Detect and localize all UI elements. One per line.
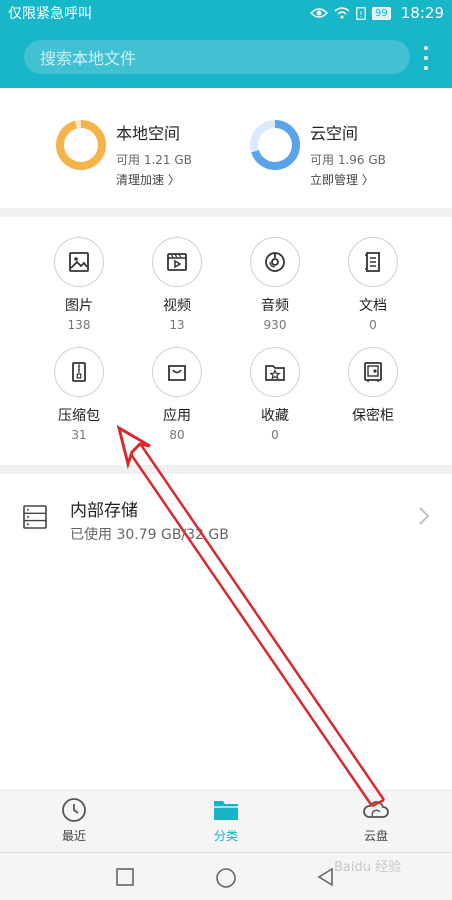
folder-icon (214, 801, 238, 820)
category-archives[interactable]: 压缩包 31 (30, 347, 128, 442)
manage-now-link[interactable]: 立即管理 〉 (310, 171, 386, 188)
svg-text:!: ! (359, 10, 362, 19)
internal-storage-usage: 已使用 30.79 GB/32 GB (70, 527, 229, 543)
category-count: 0 (369, 318, 377, 332)
category-label: 保密柜 (352, 408, 394, 424)
cloud-icon (363, 801, 389, 818)
clock: 18:29 (400, 4, 444, 22)
sim-icon: ! (356, 6, 366, 20)
chevron-right-icon (419, 507, 430, 525)
bottom-navigation: 最近 分类 云盘 (0, 790, 452, 852)
internal-storage-row[interactable]: 内部存储 已使用 30.79 GB/32 GB (0, 474, 452, 574)
category-label: 音频 (261, 298, 289, 314)
tab-recent-label: 最近 (61, 829, 86, 843)
category-audio[interactable]: 音频 930 (226, 237, 324, 332)
clean-speedup-link[interactable]: 清理加速 〉 (116, 171, 192, 188)
app-header: 搜索本地文件 (0, 26, 452, 88)
category-count: 31 (71, 428, 87, 442)
category-count: 13 (169, 318, 185, 332)
carrier-text: 仅限紧急呼叫 (8, 6, 92, 22)
local-space-card[interactable]: 本地空间 可用 1.21 GB 清理加速 〉 (54, 118, 192, 188)
audio-icon (265, 252, 285, 272)
category-count: 930 (263, 318, 287, 332)
watermark: Baidu 经验 (334, 860, 402, 875)
video-icon (167, 253, 187, 271)
status-bar: 仅限紧急呼叫 ! 99 18:29 (0, 0, 452, 26)
home-icon[interactable] (215, 867, 237, 889)
tab-category-label: 分类 (213, 829, 238, 843)
section-divider (0, 208, 452, 217)
cloud-space-card[interactable]: 云空间 可用 1.96 GB 立即管理 〉 (248, 118, 386, 188)
storage-drive-icon (23, 505, 47, 529)
local-space-title: 本地空间 (116, 124, 181, 143)
app-bag-icon (168, 365, 186, 381)
category-label: 应用 (163, 408, 191, 424)
category-count: 138 (67, 318, 91, 332)
clock-icon (62, 798, 86, 822)
storage-summary: 本地空间 可用 1.21 GB 清理加速 〉 云空间 可用 1.96 GB 立即… (0, 88, 452, 208)
status-icons: ! 99 18:29 (310, 4, 444, 22)
safe-icon (364, 362, 382, 382)
cloud-space-title: 云空间 (310, 124, 359, 143)
category-count: 0 (271, 428, 279, 442)
category-apps[interactable]: 应用 80 (128, 347, 226, 442)
category-label: 视频 (163, 298, 191, 314)
local-space-available: 可用 1.21 GB (116, 153, 192, 167)
category-documents[interactable]: 文档 0 (324, 237, 422, 332)
more-menu-icon[interactable] (420, 44, 432, 72)
cloud-space-ring-icon (250, 120, 300, 170)
eye-icon (310, 8, 329, 18)
category-images[interactable]: 图片 138 (30, 237, 128, 332)
section-divider (0, 465, 452, 474)
category-safe[interactable]: 保密柜 (324, 347, 422, 428)
zip-icon (72, 362, 86, 382)
category-videos[interactable]: 视频 13 (128, 237, 226, 332)
category-count: 80 (169, 428, 185, 442)
category-label: 图片 (65, 298, 93, 314)
tab-cloud-label: 云盘 (363, 829, 388, 843)
tab-cloud[interactable]: 云盘 (316, 797, 436, 844)
tab-category[interactable]: 分类 (166, 797, 286, 844)
wifi-icon (334, 7, 350, 19)
favorite-folder-icon (265, 365, 285, 381)
category-label: 文档 (359, 298, 387, 314)
image-icon (69, 252, 89, 272)
back-icon[interactable] (316, 867, 336, 887)
document-icon (365, 252, 380, 272)
recent-apps-icon[interactable] (115, 867, 135, 887)
cloud-space-available: 可用 1.96 GB (310, 153, 386, 167)
search-input[interactable]: 搜索本地文件 (24, 40, 410, 74)
category-grid: 图片 138 视频 13 音频 930 文档 0 压缩包 31 应用 80 收藏… (0, 217, 452, 465)
category-label: 压缩包 (58, 408, 100, 424)
battery-indicator: 99 (372, 6, 391, 20)
tab-recent[interactable]: 最近 (14, 797, 134, 844)
category-favorites[interactable]: 收藏 0 (226, 347, 324, 442)
category-label: 收藏 (261, 408, 289, 424)
internal-storage-title: 内部存储 (70, 501, 138, 521)
local-space-ring-icon (56, 120, 106, 170)
